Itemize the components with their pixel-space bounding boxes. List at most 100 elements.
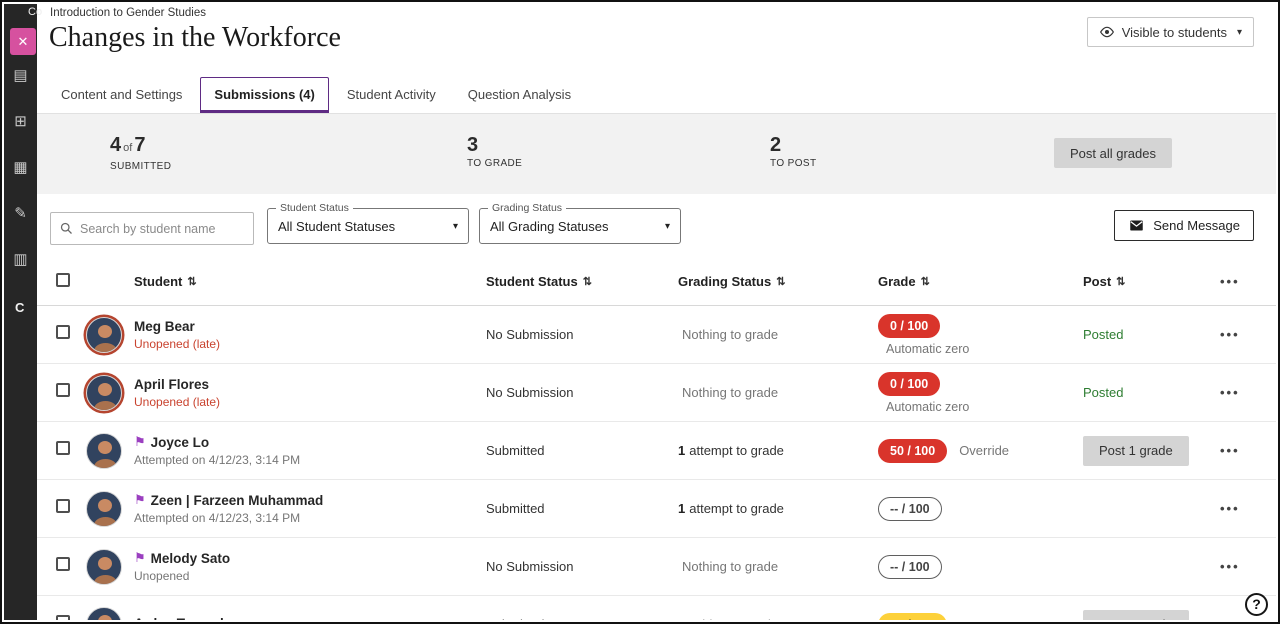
student-status-value: Submitted xyxy=(486,443,678,458)
grading-status-value: 1attempt to grade xyxy=(678,443,878,458)
avatar xyxy=(86,607,122,621)
post-grade-button[interactable]: Post 1 grade xyxy=(1083,436,1189,466)
send-message-button[interactable]: Send Message xyxy=(1114,210,1254,241)
notebook-icon[interactable]: ▥ xyxy=(13,250,27,268)
grade-pill[interactable]: 0 / 100 xyxy=(878,314,940,338)
to-grade-count: 3 xyxy=(467,134,522,156)
avatar xyxy=(86,491,122,527)
table-row: ⚑ Melody Sato Unopened No Submission Not… xyxy=(37,538,1276,596)
student-name-link[interactable]: Melody Sato xyxy=(151,551,231,566)
row-checkbox[interactable] xyxy=(56,325,70,339)
envelope-icon xyxy=(1128,218,1145,233)
student-status-value: Submitted xyxy=(486,501,678,516)
grading-status-select-value: All Grading Statuses xyxy=(490,219,609,234)
grading-status-value: Nothing to grade xyxy=(678,617,878,620)
student-status-select-label: Student Status xyxy=(276,202,353,214)
grade-pill[interactable]: -- / 100 xyxy=(878,497,942,521)
row-checkbox[interactable] xyxy=(56,441,70,455)
student-status-value: No Submission xyxy=(486,559,678,574)
grading-status-value: Nothing to grade xyxy=(678,327,878,342)
gradebook-icon[interactable]: ⊞ xyxy=(14,112,27,130)
row-overflow-menu[interactable]: ••• xyxy=(1220,501,1240,516)
posted-label[interactable]: Posted xyxy=(1083,327,1123,342)
close-panel-button[interactable]: ✕ xyxy=(10,28,36,55)
student-substatus: Attempted on 4/12/23, 3:14 PM xyxy=(134,511,486,525)
grade-note: Automatic zero xyxy=(886,342,969,356)
row-checkbox[interactable] xyxy=(56,615,70,620)
grading-status-value: 1attempt to grade xyxy=(678,501,878,516)
table-overflow-menu[interactable]: ••• xyxy=(1220,274,1240,289)
grading-status-value: Nothing to grade xyxy=(678,559,878,574)
row-checkbox[interactable] xyxy=(56,499,70,513)
sort-icon: ⇅ xyxy=(1116,275,1125,288)
submitted-total: 7 xyxy=(134,134,145,156)
row-overflow-menu[interactable]: ••• xyxy=(1220,443,1240,458)
student-status-value: No Submission xyxy=(486,385,678,400)
page-title: Changes in the Workforce xyxy=(49,22,341,54)
post-all-grades-button[interactable]: Post all grades xyxy=(1054,138,1172,168)
student-name-link[interactable]: April Flores xyxy=(134,377,209,392)
page-header: Introduction to Gender Studies Changes i… xyxy=(37,4,1276,74)
grading-status-value: Nothing to grade xyxy=(678,385,878,400)
select-all-checkbox[interactable] xyxy=(56,273,70,287)
search-input[interactable] xyxy=(80,222,245,236)
grade-cell: -- / 100 xyxy=(878,555,1083,579)
pen-icon[interactable]: ✎ xyxy=(14,204,27,222)
column-header-grade[interactable]: Grade xyxy=(878,274,916,289)
table-row: ⚑ April Flores Unopened (late) No Submis… xyxy=(37,364,1276,422)
app-window: Co ✕ ▤⊞▦✎▥ C Introduction to Gender Stud… xyxy=(0,0,1280,624)
stat-submitted: 4of7 SUBMITTED xyxy=(110,134,171,172)
avatar xyxy=(86,433,122,469)
stat-to-post: 2 TO POST xyxy=(770,134,817,169)
column-header-student[interactable]: Student xyxy=(134,274,182,289)
posted-label[interactable]: Posted xyxy=(1083,385,1123,400)
row-overflow-menu[interactable]: ••• xyxy=(1220,385,1240,400)
grade-pill[interactable]: 70 / 100 xyxy=(878,613,947,621)
grade-pill[interactable]: 0 / 100 xyxy=(878,372,940,396)
table-row: ⚑ Zeen | Farzeen Muhammad Attempted on 4… xyxy=(37,480,1276,538)
document-icon[interactable]: ▦ xyxy=(13,158,27,176)
student-status-select[interactable]: Student Status All Student Statuses ▾ xyxy=(267,208,469,244)
column-header-grading-status[interactable]: Grading Status xyxy=(678,274,771,289)
course-sidebar: Co ✕ ▤⊞▦✎▥ C xyxy=(4,4,37,620)
avatar xyxy=(86,375,122,411)
grading-status-select[interactable]: Grading Status All Grading Statuses ▾ xyxy=(479,208,681,244)
help-button[interactable]: ? xyxy=(1245,593,1268,616)
row-checkbox[interactable] xyxy=(56,557,70,571)
sidebar-top-label: Co xyxy=(28,6,42,18)
tab-question-analysis[interactable]: Question Analysis xyxy=(454,77,585,113)
sort-icon: ⇅ xyxy=(921,275,930,288)
chevron-down-icon: ▾ xyxy=(453,221,458,232)
row-overflow-menu[interactable]: ••• xyxy=(1220,327,1240,342)
column-header-post[interactable]: Post xyxy=(1083,274,1111,289)
grade-pill[interactable]: -- / 100 xyxy=(878,555,942,579)
student-name-link[interactable]: Meg Bear xyxy=(134,319,195,334)
search-box xyxy=(50,212,254,245)
tab-submissions-4[interactable]: Submissions (4) xyxy=(200,77,328,113)
student-name-link[interactable]: Arden Tuomala xyxy=(134,616,231,621)
grade-note: Automatic zero xyxy=(886,400,969,414)
table-row: ⚑ Meg Bear Unopened (late) No Submission… xyxy=(37,306,1276,364)
row-checkbox[interactable] xyxy=(56,383,70,397)
student-name-link[interactable]: Zeen | Farzeen Muhammad xyxy=(151,493,324,508)
avatar xyxy=(86,317,122,353)
visibility-dropdown[interactable]: Visible to students ▾ xyxy=(1087,17,1254,47)
row-overflow-menu[interactable]: ••• xyxy=(1220,559,1240,574)
table-header: Student⇅ Student Status⇅ Grading Status⇅… xyxy=(37,258,1276,306)
stat-to-grade: 3 TO GRADE xyxy=(467,134,522,169)
student-substatus: Unopened xyxy=(134,569,486,583)
to-post-count: 2 xyxy=(770,134,817,156)
tab-student-activity[interactable]: Student Activity xyxy=(333,77,450,113)
student-status-value: No Submission xyxy=(486,327,678,342)
submissions-table: ⚑ Meg Bear Unopened (late) No Submission… xyxy=(37,306,1276,620)
clipboard-icon[interactable]: ▤ xyxy=(13,66,27,84)
breadcrumb[interactable]: Introduction to Gender Studies xyxy=(50,7,206,19)
grade-pill[interactable]: 50 / 100 xyxy=(878,439,947,463)
grade-cell: 50 / 100 Override xyxy=(878,439,1083,463)
column-header-student-status[interactable]: Student Status xyxy=(486,274,578,289)
tab-content-and-settings[interactable]: Content and Settings xyxy=(47,77,196,113)
row-overflow-menu[interactable]: ••• xyxy=(1220,617,1240,621)
chevron-down-icon: ▾ xyxy=(665,221,670,232)
student-name-link[interactable]: Joyce Lo xyxy=(151,435,210,450)
post-grade-button[interactable]: Post 1 grade xyxy=(1083,610,1189,621)
